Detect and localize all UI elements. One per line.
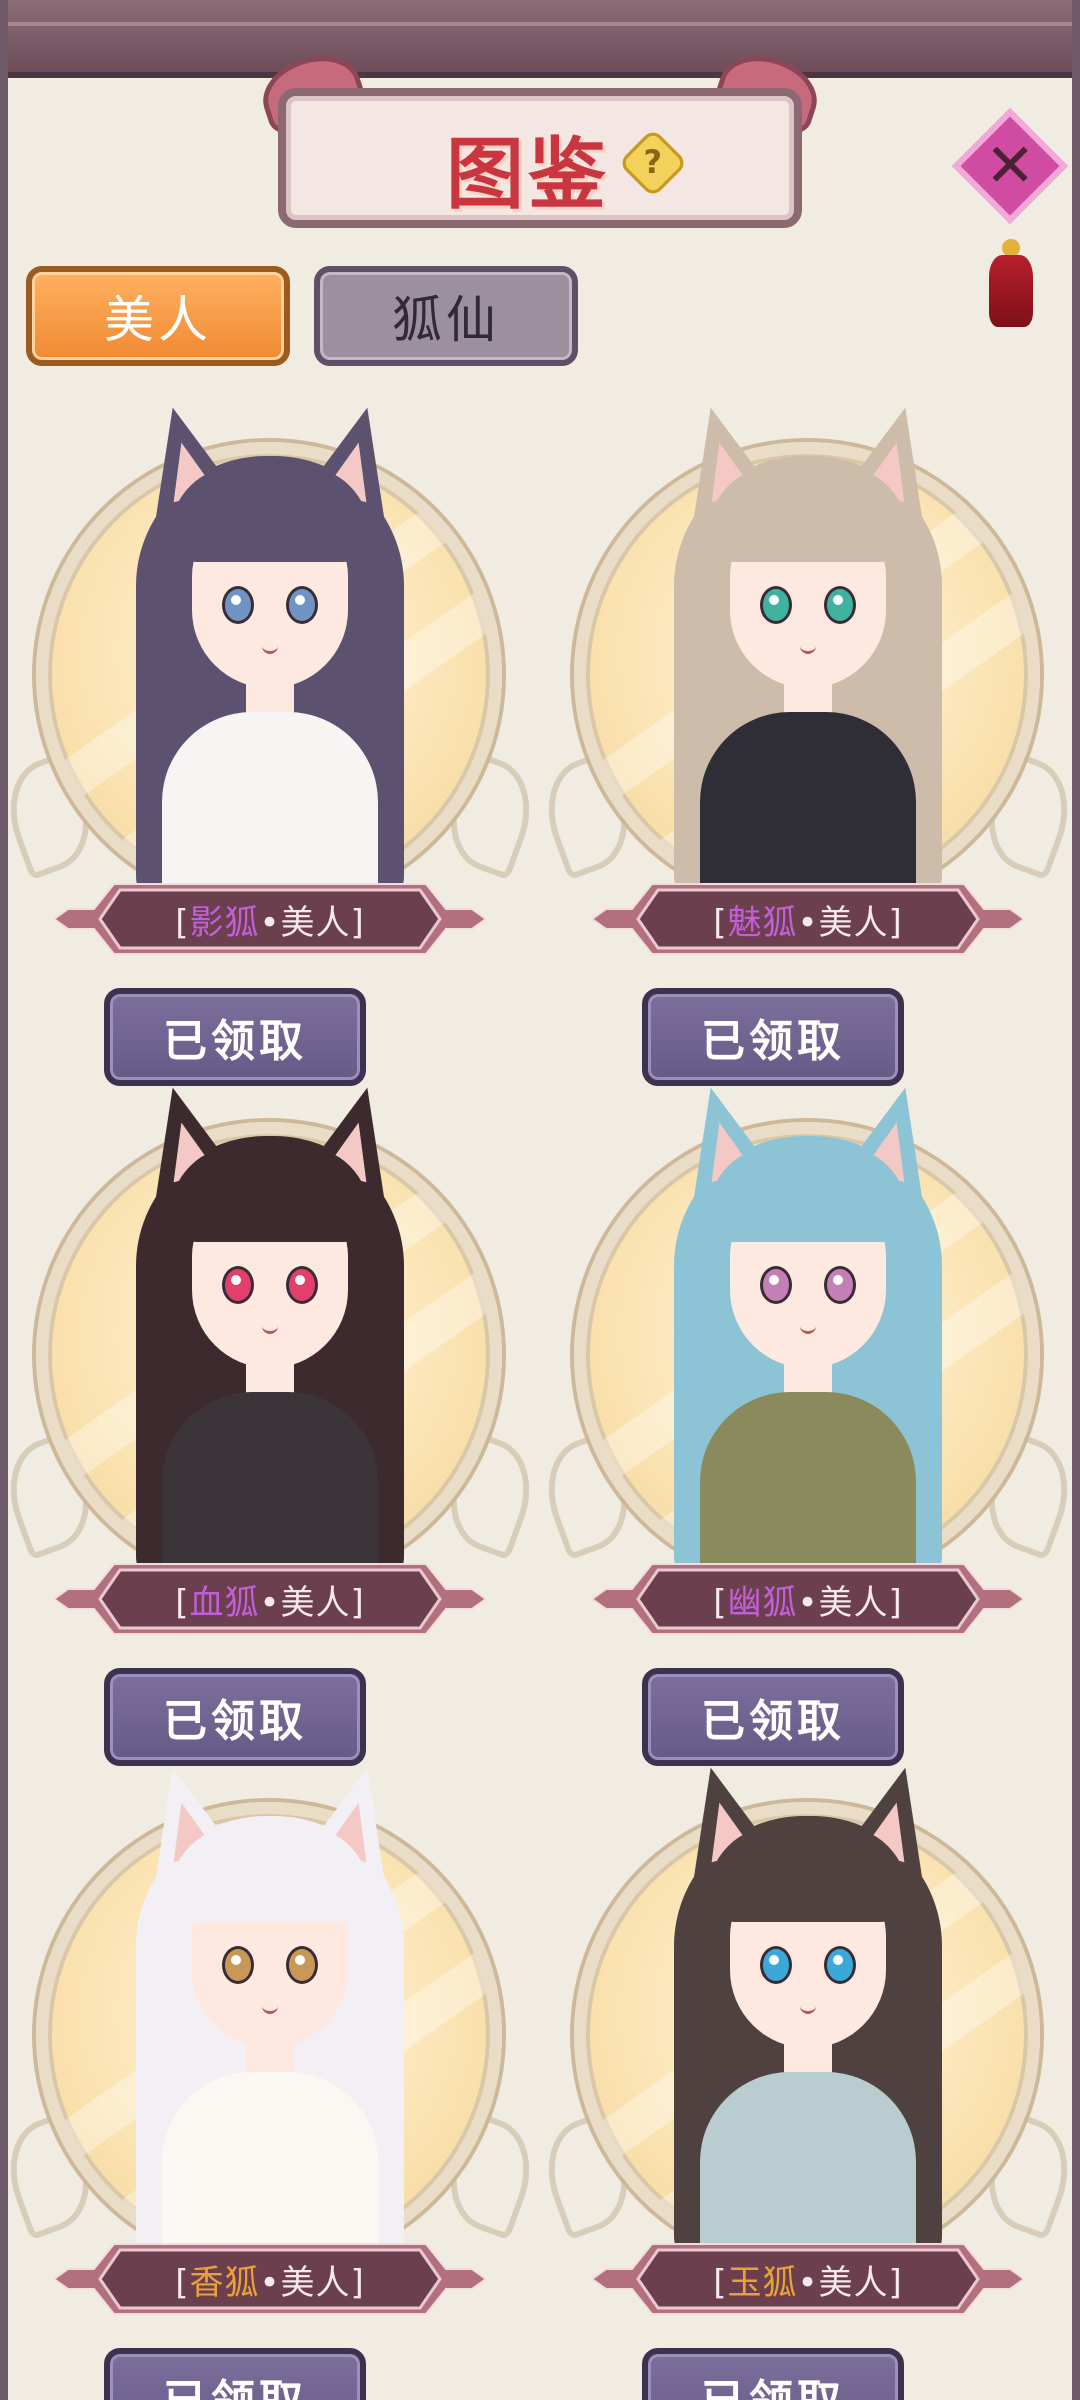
- character-title: 美人: [818, 1582, 889, 1623]
- character-portrait: [70, 400, 470, 908]
- bracket-open: [: [175, 1582, 190, 1623]
- eye-right: [286, 1266, 318, 1304]
- collection-card[interactable]: [魅狐•美人] 已领取: [531, 400, 1080, 1086]
- bangs: [170, 1826, 370, 1922]
- collection-card[interactable]: [香狐•美人] 已领取: [0, 1760, 547, 2400]
- character-title: 美人: [818, 902, 889, 943]
- tab-beauty[interactable]: 美人: [26, 266, 290, 366]
- name-banner: [影狐•美人]: [54, 876, 486, 962]
- bangs: [170, 1146, 370, 1242]
- character-name: [魅狐•美人]: [713, 895, 903, 944]
- character-portrait: [608, 1080, 1008, 1588]
- character-name: [血狐•美人]: [175, 1575, 365, 1624]
- character-portrait: [608, 1760, 1008, 2268]
- separator: •: [259, 1582, 281, 1623]
- name-banner: [玉狐•美人]: [592, 2236, 1024, 2322]
- eye-left: [222, 1946, 254, 1984]
- help-icon[interactable]: ?: [617, 127, 689, 199]
- character-name: [影狐•美人]: [175, 895, 365, 944]
- fox-name: 魅狐: [727, 902, 798, 943]
- title-plaque: 图鉴 ?: [278, 88, 802, 228]
- bracket-open: [: [713, 902, 728, 943]
- eye-right: [286, 586, 318, 624]
- eye-right: [824, 1266, 856, 1304]
- fox-name: 血狐: [189, 1582, 260, 1623]
- eye-left: [760, 1266, 792, 1304]
- eye-right: [824, 586, 856, 624]
- character-title: 美人: [280, 1582, 351, 1623]
- character-portrait: [608, 400, 1008, 908]
- fox-name: 幽狐: [727, 1582, 798, 1623]
- bracket-open: [: [713, 1582, 728, 1623]
- separator: •: [797, 2262, 819, 2303]
- help-icon-glyph: ?: [643, 144, 663, 182]
- bracket-open: [: [713, 2262, 728, 2303]
- close-icon: ✕: [952, 108, 1068, 224]
- frame-right: [1072, 0, 1080, 2400]
- eye-left: [760, 586, 792, 624]
- top-beam: [0, 0, 1080, 78]
- eye-left: [760, 1946, 792, 1984]
- bracket-close: ]: [350, 1582, 365, 1623]
- separator: •: [797, 1582, 819, 1623]
- tab-fox-immortal[interactable]: 狐仙: [314, 266, 578, 366]
- claimed-button[interactable]: 已领取: [642, 2348, 904, 2400]
- bangs: [708, 1826, 908, 1922]
- character-portrait: [70, 1760, 470, 2268]
- frame-left: [0, 0, 8, 2400]
- eye-right: [286, 1946, 318, 1984]
- character-name: [香狐•美人]: [175, 2255, 365, 2304]
- eye-left: [222, 586, 254, 624]
- claimed-button[interactable]: 已领取: [104, 988, 366, 1086]
- character-name: [玉狐•美人]: [713, 2255, 903, 2304]
- collection-card[interactable]: [玉狐•美人] 已领取: [531, 1760, 1080, 2400]
- fox-name: 影狐: [189, 902, 260, 943]
- name-banner: [幽狐•美人]: [592, 1556, 1024, 1642]
- claimed-button[interactable]: 已领取: [642, 988, 904, 1086]
- bracket-open: [: [175, 2262, 190, 2303]
- bracket-open: [: [175, 902, 190, 943]
- bracket-close: ]: [888, 902, 903, 943]
- separator: •: [259, 902, 281, 943]
- eye-right: [824, 1946, 856, 1984]
- claimed-button[interactable]: 已领取: [104, 2348, 366, 2400]
- name-banner: [血狐•美人]: [54, 1556, 486, 1642]
- collection-card[interactable]: [影狐•美人] 已领取: [0, 400, 547, 1086]
- bangs: [708, 1146, 908, 1242]
- bangs: [170, 466, 370, 562]
- name-banner: [魅狐•美人]: [592, 876, 1024, 962]
- bracket-close: ]: [350, 2262, 365, 2303]
- name-banner: [香狐•美人]: [54, 2236, 486, 2322]
- character-title: 美人: [280, 2262, 351, 2303]
- bangs: [708, 466, 908, 562]
- character-title: 美人: [818, 2262, 889, 2303]
- bracket-close: ]: [888, 1582, 903, 1623]
- tassel: [989, 255, 1033, 327]
- close-icon-glyph: ✕: [984, 131, 1036, 201]
- separator: •: [797, 902, 819, 943]
- bracket-close: ]: [350, 902, 365, 943]
- eye-left: [222, 1266, 254, 1304]
- claimed-button[interactable]: 已领取: [642, 1668, 904, 1766]
- collection-card[interactable]: [幽狐•美人] 已领取: [531, 1080, 1080, 1766]
- fox-name: 香狐: [189, 2262, 260, 2303]
- close-button[interactable]: ✕: [952, 108, 1068, 335]
- fox-name: 玉狐: [727, 2262, 798, 2303]
- character-name: [幽狐•美人]: [713, 1575, 903, 1624]
- collection-screen: 图鉴 ? ✕ 美人 狐仙 [影狐•美人] 已领取 [魅狐•美人] 已领取 [血狐…: [0, 0, 1080, 2400]
- bracket-close: ]: [888, 2262, 903, 2303]
- collection-card[interactable]: [血狐•美人] 已领取: [0, 1080, 547, 1766]
- separator: •: [259, 2262, 281, 2303]
- claimed-button[interactable]: 已领取: [104, 1668, 366, 1766]
- character-title: 美人: [280, 902, 351, 943]
- character-portrait: [70, 1080, 470, 1588]
- page-title: 图鉴: [446, 129, 611, 220]
